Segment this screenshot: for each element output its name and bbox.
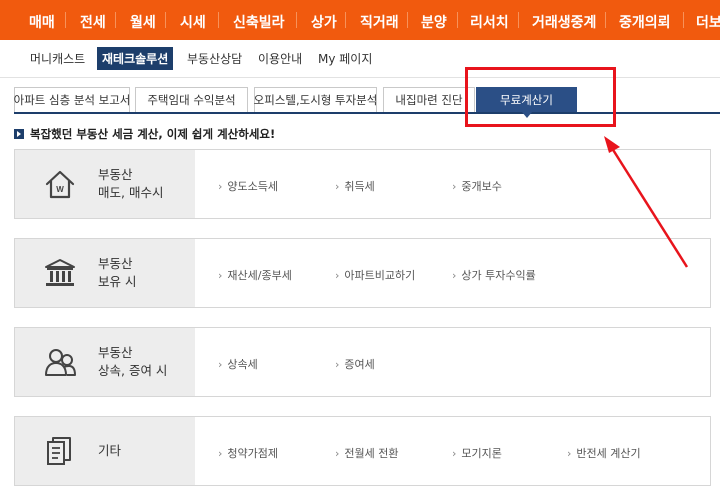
card-header: 부동산 보유 시 (15, 239, 195, 307)
card-title-line1: 부동산 (98, 167, 133, 182)
nav-divider (65, 12, 66, 28)
link-apartment-compare[interactable]: 아파트비교하기 (335, 267, 415, 283)
card-inheritance: 부동산 상속, 증여 시 상속세 증여세 (14, 327, 711, 397)
nav-item-direct[interactable]: 직거래 (360, 12, 399, 32)
link-gift-tax[interactable]: 증여세 (335, 356, 374, 372)
link-acquisition-tax[interactable]: 취득세 (335, 178, 374, 194)
link-inheritance-tax[interactable]: 상속세 (218, 356, 257, 372)
tab-home-diagnosis[interactable]: 내집마련 진단 (383, 87, 475, 112)
nav-item-research[interactable]: 리서치 (470, 12, 509, 32)
nav-divider (165, 12, 166, 28)
nav-item-jeonse[interactable]: 전세 (80, 12, 106, 32)
subnav-tech-solution[interactable]: 재테크솔루션 (97, 47, 174, 70)
card-title-line1: 부동산 (98, 345, 133, 360)
card-title-line1: 기타 (98, 443, 122, 458)
tab-officetel-analysis[interactable]: 오피스텔,도시형 투자분석 (254, 87, 377, 112)
nav-item-request[interactable]: 중개의뢰 (619, 12, 671, 32)
nav-divider (407, 12, 408, 28)
people-icon (45, 349, 76, 376)
annotation-arrow-icon (604, 136, 689, 268)
card-title-line2: 보유 시 (98, 274, 137, 289)
link-property-tax[interactable]: 재산세/종부세 (218, 267, 291, 283)
nav-divider (345, 12, 346, 28)
top-nav: 매매 전세 월세 시세 신축빌라 상가 직거래 분양 리서치 거래생중계 중개의… (0, 0, 720, 40)
nav-item-price[interactable]: 시세 (180, 12, 206, 32)
tab-rental-analysis[interactable]: 주택임대 수익분석 (135, 87, 248, 112)
nav-divider (605, 12, 606, 28)
highlight-box (465, 67, 616, 127)
card-title-line1: 부동산 (98, 256, 133, 271)
nav-divider (518, 12, 519, 28)
documents-icon (47, 437, 71, 465)
link-subscription-score[interactable]: 청약가점제 (218, 445, 278, 461)
nav-item-more[interactable]: 더보 (696, 12, 720, 32)
card-header: W 부동산 매도, 매수시 (15, 150, 195, 218)
nav-item-live[interactable]: 거래생중계 (532, 12, 596, 32)
card-header: 기타 (15, 417, 195, 485)
nav-divider (457, 12, 458, 28)
nav-item-presale[interactable]: 분양 (421, 12, 447, 32)
tab-apartment-report[interactable]: 아파트 심층 분석 보고서 (14, 87, 130, 112)
subnav-guide[interactable]: 이용안내 (258, 50, 302, 67)
link-jeonse-conversion[interactable]: 전월세 전환 (335, 445, 398, 461)
svg-text:W: W (56, 185, 64, 194)
link-transfer-tax[interactable]: 양도소득세 (218, 178, 278, 194)
link-brokerage-fee[interactable]: 중개보수 (452, 178, 501, 194)
headline-text: 복잡했던 부동산 세금 계산, 이제 쉽게 계산하세요! (30, 127, 276, 141)
bullet-icon (14, 129, 24, 139)
card-title-line2: 매도, 매수시 (98, 185, 164, 200)
card-header: 부동산 상속, 증여 시 (15, 328, 195, 396)
nav-divider (218, 12, 219, 28)
link-store-return[interactable]: 상가 투자수익률 (452, 267, 535, 283)
house-icon: W (45, 170, 75, 199)
subnav-consulting[interactable]: 부동산상담 (187, 50, 242, 67)
link-half-jeonse-calc[interactable]: 반전세 계산기 (567, 445, 640, 461)
headline: 복잡했던 부동산 세금 계산, 이제 쉽게 계산하세요! (14, 126, 275, 142)
nav-item-trade[interactable]: 매매 (29, 12, 55, 32)
subnav-money-cast[interactable]: 머니캐스트 (30, 50, 85, 67)
subnav-my-page[interactable]: My 페이지 (318, 50, 372, 67)
nav-divider (115, 12, 116, 28)
nav-item-store[interactable]: 상가 (311, 12, 337, 32)
nav-item-monthly[interactable]: 월세 (130, 12, 156, 32)
nav-divider (683, 12, 684, 28)
nav-divider (296, 12, 297, 28)
card-title-line2: 상속, 증여 시 (98, 363, 168, 378)
bank-icon (45, 259, 75, 286)
nav-item-new-villa[interactable]: 신축빌라 (233, 12, 285, 32)
card-etc: 기타 청약가점제 전월세 전환 모기지론 반전세 계산기 (14, 416, 711, 486)
link-mortgage[interactable]: 모기지론 (452, 445, 501, 461)
